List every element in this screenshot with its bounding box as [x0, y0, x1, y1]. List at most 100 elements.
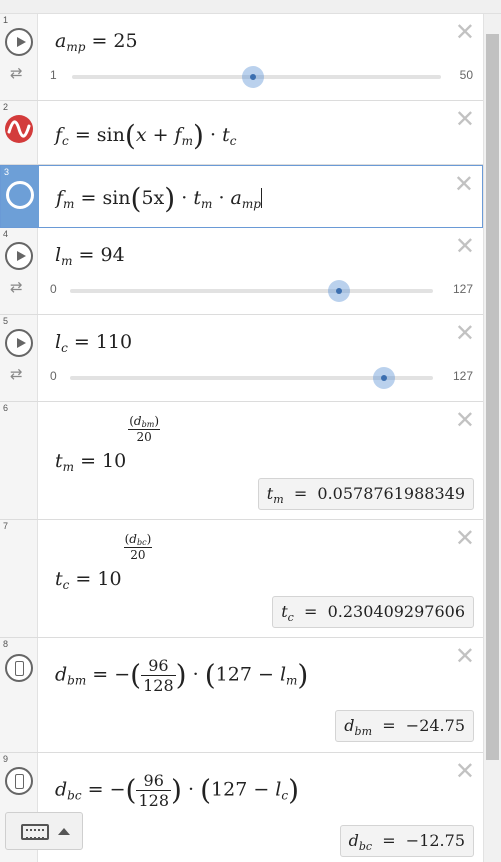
algebra-row-tm[interactable]: 6 tm = 10 (dbm) 20 ✕ tm = 0.0578761988349: [0, 402, 483, 520]
formula[interactable]: lc = 110: [55, 331, 132, 355]
left-paren: (: [124, 119, 136, 152]
formula[interactable]: lm = 94: [55, 244, 125, 268]
delete-icon[interactable]: ✕: [455, 408, 475, 432]
slider-lm[interactable]: 0 127: [50, 280, 473, 302]
minus-sign: −: [109, 778, 126, 801]
subscript: bc: [136, 538, 147, 547]
delete-icon[interactable]: ✕: [455, 20, 475, 44]
slider-amp[interactable]: 1 50: [50, 66, 473, 88]
minus-sign: −: [114, 663, 131, 686]
delete-icon[interactable]: ✕: [455, 526, 475, 550]
formula[interactable]: fc = sin(x + fm) · tc: [55, 119, 236, 152]
lhs-subscript: c: [61, 341, 68, 355]
slider-max: 50: [459, 68, 473, 82]
slider-track[interactable]: [70, 280, 433, 302]
formula-input[interactable]: fm = sin(5x) · tm · amp: [56, 182, 262, 215]
formula[interactable]: amp = 25: [55, 30, 138, 54]
subscript: m: [286, 673, 298, 688]
lhs-subscript: c: [62, 134, 69, 148]
play-animation-icon[interactable]: [5, 242, 33, 270]
equals-sign: =: [304, 602, 318, 621]
variable: a: [230, 187, 242, 209]
slider-thumb[interactable]: [327, 280, 350, 302]
formula[interactable]: tc = 10 (dbc) 20: [55, 532, 153, 592]
slider-max: 127: [452, 369, 473, 383]
animation-repeat-icon[interactable]: ⇄: [10, 278, 23, 296]
scrollbar-thumb[interactable]: [486, 34, 499, 760]
algebra-row-fm-active[interactable]: 3 fm = sin(5x) · tm · amp ✕: [0, 165, 483, 228]
function-name: sin: [96, 124, 125, 146]
equals-sign: =: [74, 124, 91, 146]
slider-lc[interactable]: 0 127: [50, 367, 473, 389]
equals-sign: =: [382, 716, 396, 735]
animation-repeat-icon[interactable]: ⇄: [10, 365, 23, 383]
algebra-row-dbm[interactable]: 8 dbm = −(96 128) · (127 − lm) ✕ dbm = −2…: [0, 638, 483, 753]
subscript: m: [201, 197, 213, 211]
slider-track[interactable]: [70, 367, 433, 389]
algebra-row-tc[interactable]: 7 tc = 10 (dbc) 20 ✕ tc = 0.230409297606: [0, 520, 483, 638]
row-index: 9: [3, 754, 9, 764]
subscript: m: [181, 134, 193, 148]
slider-min: 0: [50, 282, 57, 296]
delete-icon[interactable]: ✕: [455, 234, 475, 258]
row-index: 2: [3, 102, 9, 112]
right-paren: ): [192, 119, 204, 152]
value: 110: [95, 331, 133, 353]
formula[interactable]: dbm = −(96 128) · (127 − lm): [55, 656, 308, 695]
function-visible-icon[interactable]: [5, 115, 33, 143]
delete-icon[interactable]: ✕: [455, 321, 475, 345]
result-variable: d: [344, 716, 355, 735]
row-index: 7: [3, 521, 9, 531]
calculator-icon[interactable]: [5, 654, 33, 682]
calculator-icon[interactable]: [5, 767, 33, 795]
variable: d: [129, 532, 137, 546]
formula[interactable]: tm = 10 (dbm) 20: [55, 414, 161, 474]
denominator: 128: [143, 676, 174, 695]
slider-max: 127: [452, 282, 473, 296]
constant: 127: [211, 778, 248, 801]
algebra-row-lm[interactable]: 4 ⇄ lm = 94 ✕ 0 127: [0, 228, 483, 315]
exponent-fraction: (dbm) 20: [128, 414, 161, 444]
lhs-variable: t: [55, 450, 63, 472]
denominator: 128: [138, 791, 169, 810]
left-paren: (: [130, 658, 142, 692]
operator: ·: [192, 663, 199, 686]
lhs-subscript: m: [62, 460, 75, 474]
result-value: 0.0578761988349: [317, 484, 465, 503]
algebra-row-fc[interactable]: 2 fc = sin(x + fm) · tc ✕: [0, 101, 483, 165]
delete-icon[interactable]: ✕: [454, 172, 474, 196]
delete-icon[interactable]: ✕: [455, 107, 475, 131]
result-subscript: c: [287, 611, 294, 624]
lhs-variable: f: [55, 124, 63, 146]
right-paren: ): [171, 773, 182, 807]
variable: d: [133, 414, 142, 428]
result-variable: d: [348, 831, 359, 850]
operator: ·: [218, 187, 225, 209]
variable: f: [174, 124, 182, 146]
delete-icon[interactable]: ✕: [455, 759, 475, 783]
result-subscript: bc: [358, 840, 373, 853]
row-gutter: 1 ⇄: [0, 14, 38, 100]
equals-sign: =: [382, 831, 396, 850]
row-index: 5: [3, 316, 9, 326]
function-hidden-icon[interactable]: [6, 181, 34, 209]
animation-repeat-icon[interactable]: ⇄: [10, 64, 23, 82]
algebra-view: 1 ⇄ amp = 25 ✕ 1 50 2 fc = sin(x + fm) ·…: [0, 14, 483, 862]
operator: +: [152, 124, 169, 146]
formula[interactable]: dbc = −(96 128) · (127 − lc): [55, 771, 299, 810]
algebra-row-lc[interactable]: 5 ⇄ lc = 110 ✕ 0 127: [0, 315, 483, 402]
slider-thumb[interactable]: [373, 367, 396, 389]
exponent-fraction: (dbc) 20: [123, 532, 153, 562]
algebra-row-amp[interactable]: 1 ⇄ amp = 25 ✕ 1 50: [0, 14, 483, 101]
virtual-keyboard-button[interactable]: [5, 812, 83, 850]
play-animation-icon[interactable]: [5, 329, 33, 357]
slider-track[interactable]: [72, 66, 441, 88]
equals-sign: =: [73, 331, 90, 353]
lhs-subscript: bm: [67, 673, 87, 688]
play-animation-icon[interactable]: [5, 28, 33, 56]
slider-thumb[interactable]: [241, 66, 264, 88]
vertical-scrollbar[interactable]: [483, 14, 501, 862]
equals-sign: =: [87, 778, 104, 801]
delete-icon[interactable]: ✕: [455, 644, 475, 668]
variable: t: [193, 187, 201, 209]
